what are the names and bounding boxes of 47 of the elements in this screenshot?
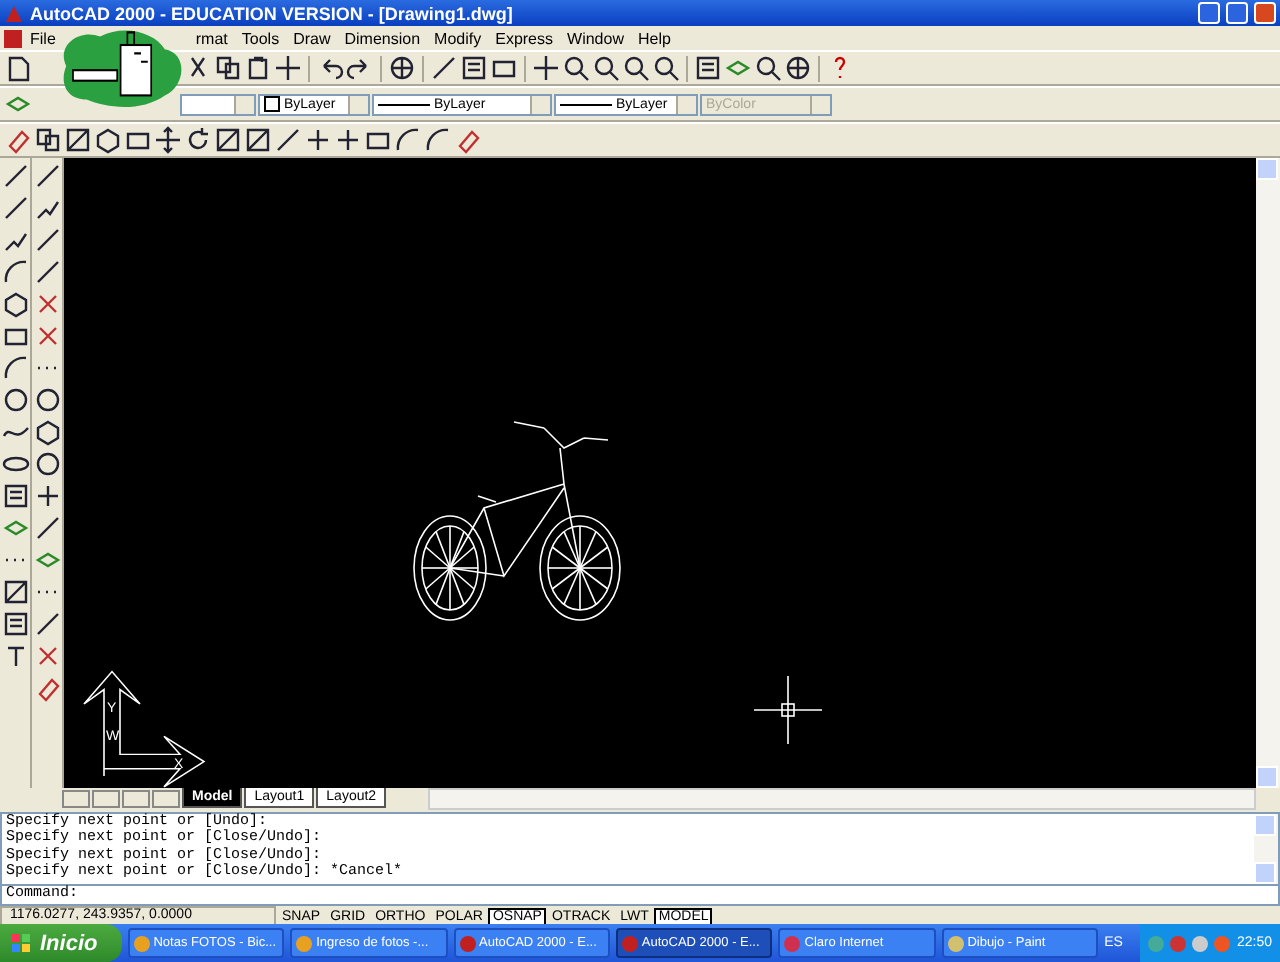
layer-dropdown[interactable]: [180, 93, 256, 115]
menu-item[interactable]: Help: [631, 29, 677, 47]
paste-icon[interactable]: [244, 54, 272, 82]
app-icon: [4, 3, 24, 23]
horizontal-scrollbar[interactable]: [428, 787, 1256, 809]
move-icon[interactable]: [154, 126, 182, 154]
close-button[interactable]: [1254, 2, 1276, 24]
intersection-icon[interactable]: [33, 290, 61, 318]
arc-icon[interactable]: [1, 354, 29, 382]
minimize-button[interactable]: [1198, 2, 1220, 24]
vertical-scrollbar[interactable]: [1256, 158, 1280, 788]
zoom-extents-icon[interactable]: [652, 54, 680, 82]
tab-scroll-button[interactable]: [92, 789, 120, 807]
globe-icon[interactable]: [388, 54, 416, 82]
menu-item[interactable]: Draw: [287, 29, 337, 47]
parallel-icon[interactable]: [33, 226, 61, 254]
copy-object-icon[interactable]: [34, 126, 62, 154]
erase-icon[interactable]: [4, 126, 32, 154]
tab-scroll-button[interactable]: [122, 789, 150, 807]
flag-icon: [12, 933, 32, 953]
ucs-icon: [83, 670, 206, 788]
new-icon[interactable]: [4, 54, 32, 82]
menu-item[interactable]: File: [24, 29, 62, 47]
menu-item[interactable]: Dimension: [338, 29, 427, 47]
menu-item[interactable]: Window: [561, 29, 630, 47]
start-button[interactable]: Inicio: [0, 924, 122, 962]
polygon-icon[interactable]: [1, 290, 29, 318]
menu-item[interactable]: Modify: [428, 29, 488, 47]
properties-icon[interactable]: [694, 54, 722, 82]
tab-scroll-button[interactable]: [62, 789, 90, 807]
crosshair-icon: [754, 676, 822, 744]
window-title: AutoCAD 2000 - EDUCATION VERSION - [Drawing1.dwg]: [30, 3, 515, 23]
document-icon[interactable]: [4, 29, 22, 47]
menu-item[interactable]: Express: [489, 29, 560, 47]
rotate-icon[interactable]: [184, 126, 212, 154]
menu-item[interactable]: rmat: [189, 29, 234, 47]
line-icon[interactable]: [1, 162, 29, 190]
menu-item[interactable]: Tools: [235, 29, 286, 47]
command-scrollbar[interactable]: [1254, 814, 1278, 884]
tab-scroll-button[interactable]: [152, 789, 180, 807]
maximize-button[interactable]: [1226, 2, 1248, 24]
construction-line-icon[interactable]: [1, 194, 29, 222]
zoom-icon[interactable]: [562, 54, 590, 82]
zoom-previous-icon[interactable]: [622, 54, 650, 82]
copy-icon[interactable]: [214, 54, 242, 82]
zoom-window-icon[interactable]: [592, 54, 620, 82]
pan-icon[interactable]: [532, 54, 560, 82]
